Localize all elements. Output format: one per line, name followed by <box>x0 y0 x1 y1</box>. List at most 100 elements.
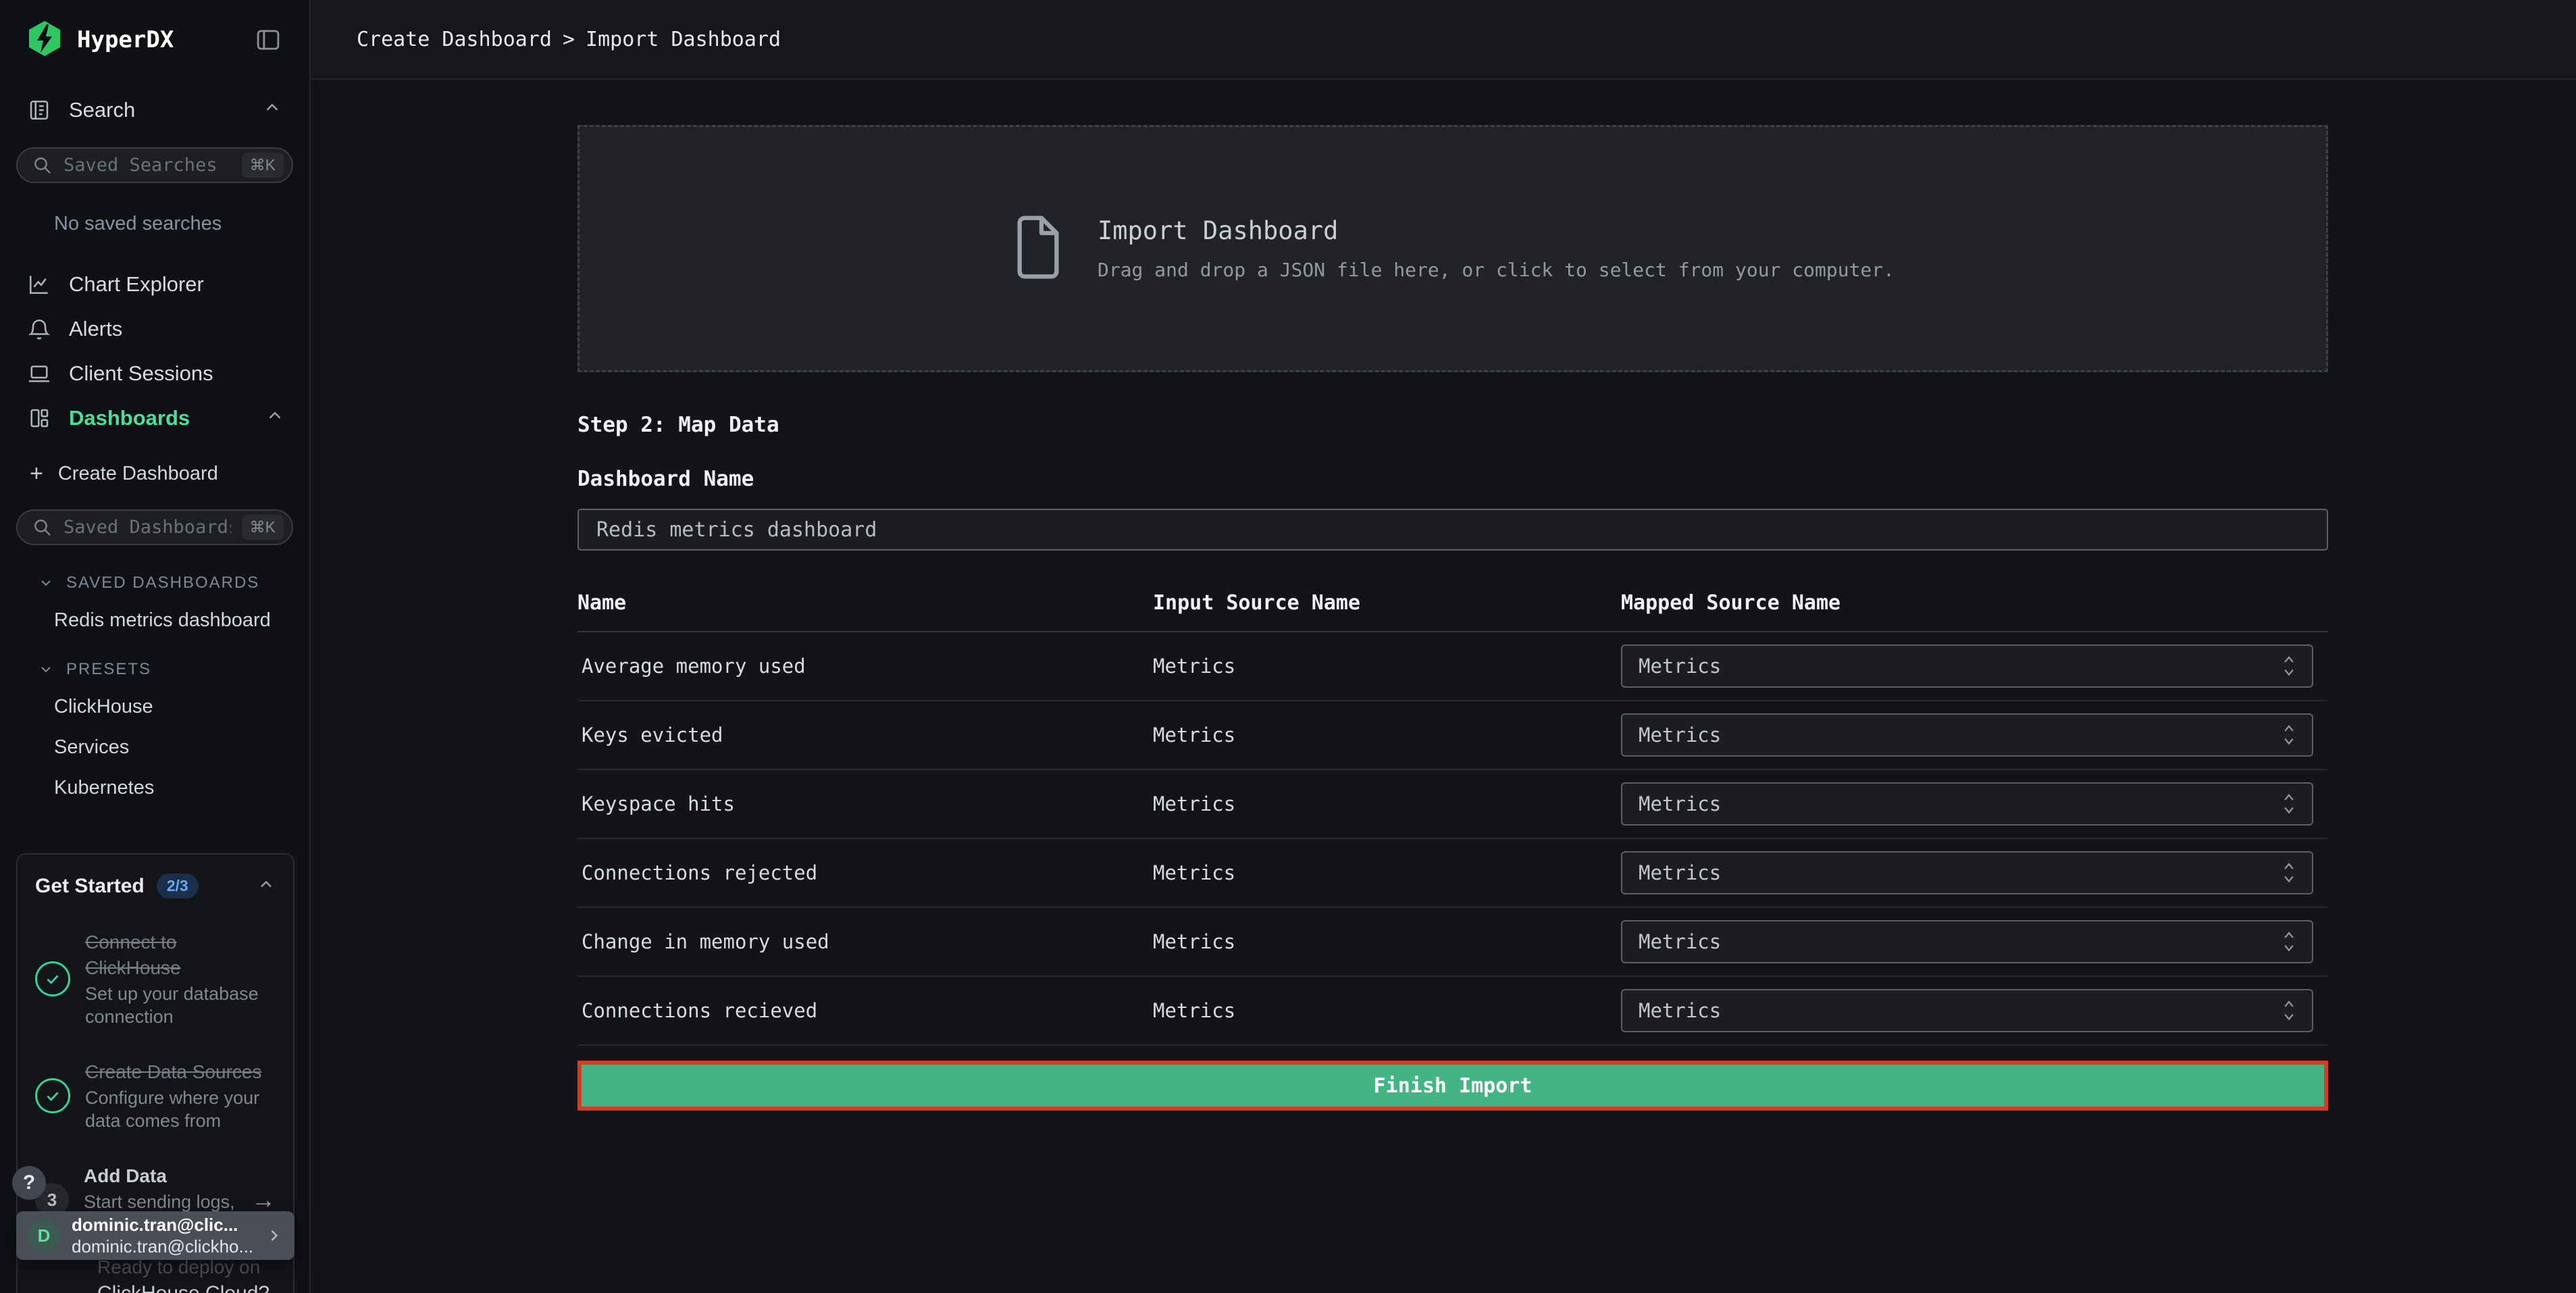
saved-searches-input[interactable] <box>63 155 231 176</box>
no-saved-searches-text: No saved searches <box>54 213 309 235</box>
mapped-source-select[interactable]: Metrics <box>1621 920 2313 963</box>
sidebar-item-alerts[interactable]: Alerts <box>0 307 309 351</box>
table-row: Average memory used Metrics Metrics <box>577 632 2328 701</box>
sidebar-collapse-icon[interactable] <box>253 24 284 55</box>
saved-searches-searchbox[interactable]: ⌘K <box>16 147 293 183</box>
finish-import-button[interactable]: Finish Import <box>577 1061 2328 1111</box>
create-dashboard-label: Create Dashboard <box>58 463 218 485</box>
presets-section-toggle[interactable]: PRESETS <box>38 660 309 679</box>
row-name: Keyspace hits <box>577 792 1153 815</box>
create-dashboard-button[interactable]: + Create Dashboard <box>0 454 309 493</box>
chevron-up-icon <box>257 875 276 897</box>
breadcrumb-separator: > <box>563 28 575 51</box>
mapped-source-select[interactable]: Metrics <box>1621 851 2313 894</box>
presets-header-label: PRESETS <box>66 660 151 679</box>
select-value: Metrics <box>1639 724 1721 746</box>
item-desc: Set up your database connection <box>85 982 276 1028</box>
row-input-source: Metrics <box>1153 861 1621 884</box>
search-icon <box>32 517 53 538</box>
row-name: Change in memory used <box>577 930 1153 953</box>
sidebar-item-dashboards[interactable]: Dashboards <box>0 396 309 440</box>
select-chevrons-icon <box>2279 790 2298 817</box>
chevron-down-icon <box>38 661 54 678</box>
column-header-mapped-source: Mapped Source Name <box>1621 591 2328 615</box>
mapped-source-select[interactable]: Metrics <box>1621 644 2313 688</box>
bell-icon <box>27 317 51 341</box>
row-name: Connections recieved <box>577 999 1153 1022</box>
check-circle-icon <box>35 961 70 996</box>
breadcrumb-create-dashboard[interactable]: Create Dashboard <box>357 28 552 51</box>
preset-item-kubernetes[interactable]: Kubernetes <box>0 776 309 799</box>
select-value: Metrics <box>1639 792 1721 815</box>
sidebar-header: HyperDX <box>0 0 309 80</box>
sidebar-section-search-label: Search <box>69 98 135 122</box>
arrow-right-icon: → <box>251 1186 276 1214</box>
saved-dashboards-header-label: SAVED DASHBOARDS <box>66 574 259 592</box>
select-value: Metrics <box>1639 655 1721 678</box>
user-info: dominic.tran@clic... dominic.tran@clickh… <box>72 1214 254 1257</box>
preset-item-services[interactable]: Services <box>0 736 309 759</box>
plus-icon: + <box>30 462 43 485</box>
app-title: HyperDX <box>77 26 174 53</box>
select-chevrons-icon <box>2279 928 2298 955</box>
sidebar-section-search[interactable]: Search <box>0 89 309 131</box>
item-title: Add Data <box>84 1163 236 1189</box>
table-row: Keys evicted Metrics Metrics <box>577 701 2328 770</box>
sidebar-item-chart-explorer[interactable]: Chart Explorer <box>0 262 309 307</box>
json-dropzone[interactable]: Import Dashboard Drag and drop a JSON fi… <box>577 125 2328 372</box>
user-menu[interactable]: D dominic.tran@clic... dominic.tran@clic… <box>16 1211 294 1260</box>
select-chevrons-icon <box>2279 859 2298 886</box>
nav-label: Alerts <box>69 317 122 341</box>
get-started-title: Get Started <box>35 875 145 898</box>
sidebar-item-client-sessions[interactable]: Client Sessions <box>0 351 309 396</box>
get-started-item-connect[interactable]: Connect to ClickHouse Set up your databa… <box>35 930 276 1028</box>
shortcut-badge: ⌘K <box>242 515 284 540</box>
sidebar: HyperDX Search ⌘K No saved searches <box>0 0 311 1293</box>
saved-dashboards-input[interactable] <box>63 517 231 538</box>
select-value: Metrics <box>1639 930 1721 953</box>
dashboard-name-input[interactable] <box>577 509 2328 551</box>
chevron-up-icon <box>262 97 282 123</box>
row-name: Average memory used <box>577 655 1153 678</box>
user-email: dominic.tran@clickho... <box>72 1236 254 1257</box>
chevron-right-icon <box>265 1226 284 1245</box>
sidebar-nav: Chart Explorer Alerts Client Sessions Da… <box>0 262 309 440</box>
mapped-source-select[interactable]: Metrics <box>1621 782 2313 826</box>
step-label: Step 2: Map Data <box>577 413 2328 437</box>
nav-label: Client Sessions <box>69 361 213 386</box>
get-started-item-sources[interactable]: Create Data Sources Configure where your… <box>35 1059 276 1132</box>
dropzone-title: Import Dashboard <box>1098 216 1895 245</box>
table-row: Connections rejected Metrics Metrics <box>577 839 2328 908</box>
saved-dashboards-section-toggle[interactable]: SAVED DASHBOARDS <box>38 574 309 592</box>
dashboards-icon <box>27 406 51 430</box>
row-input-source: Metrics <box>1153 792 1621 815</box>
preset-item-clickhouse[interactable]: ClickHouse <box>0 695 309 718</box>
table-row: Keyspace hits Metrics Metrics <box>577 770 2328 839</box>
app-logo[interactable]: HyperDX <box>26 20 174 61</box>
row-input-source: Metrics <box>1153 930 1621 953</box>
breadcrumb-import-dashboard[interactable]: Import Dashboard <box>586 28 781 51</box>
saved-dashboard-item[interactable]: Redis metrics dashboard <box>0 609 309 632</box>
user-name: dominic.tran@clic... <box>72 1214 254 1236</box>
chevron-down-icon <box>38 575 54 591</box>
select-value: Metrics <box>1639 999 1721 1022</box>
shortcut-badge: ⌘K <box>242 153 284 178</box>
breadcrumb: Create Dashboard > Import Dashboard <box>357 28 781 51</box>
item-title: Create Data Sources <box>85 1059 276 1085</box>
mapped-source-select[interactable]: Metrics <box>1621 713 2313 757</box>
file-icon <box>1011 213 1065 284</box>
saved-dashboards-searchbox[interactable]: ⌘K <box>16 509 293 545</box>
item-desc: Configure where your data comes from <box>85 1086 276 1132</box>
get-started-item-text: Create Data Sources Configure where your… <box>85 1059 276 1132</box>
mapped-source-select[interactable]: Metrics <box>1621 989 2313 1032</box>
table-row: Connections recieved Metrics Metrics <box>577 977 2328 1046</box>
dropzone-text: Import Dashboard Drag and drop a JSON fi… <box>1098 216 1895 281</box>
help-button[interactable]: ? <box>12 1166 46 1200</box>
chevron-up-icon <box>265 405 285 431</box>
avatar: D <box>27 1219 61 1252</box>
get-started-header[interactable]: Get Started 2/3 <box>35 873 276 898</box>
hyperdx-logo-icon <box>26 20 63 61</box>
select-chevrons-icon <box>2279 721 2298 749</box>
select-value: Metrics <box>1639 861 1721 884</box>
table-row: Change in memory used Metrics Metrics <box>577 908 2328 977</box>
